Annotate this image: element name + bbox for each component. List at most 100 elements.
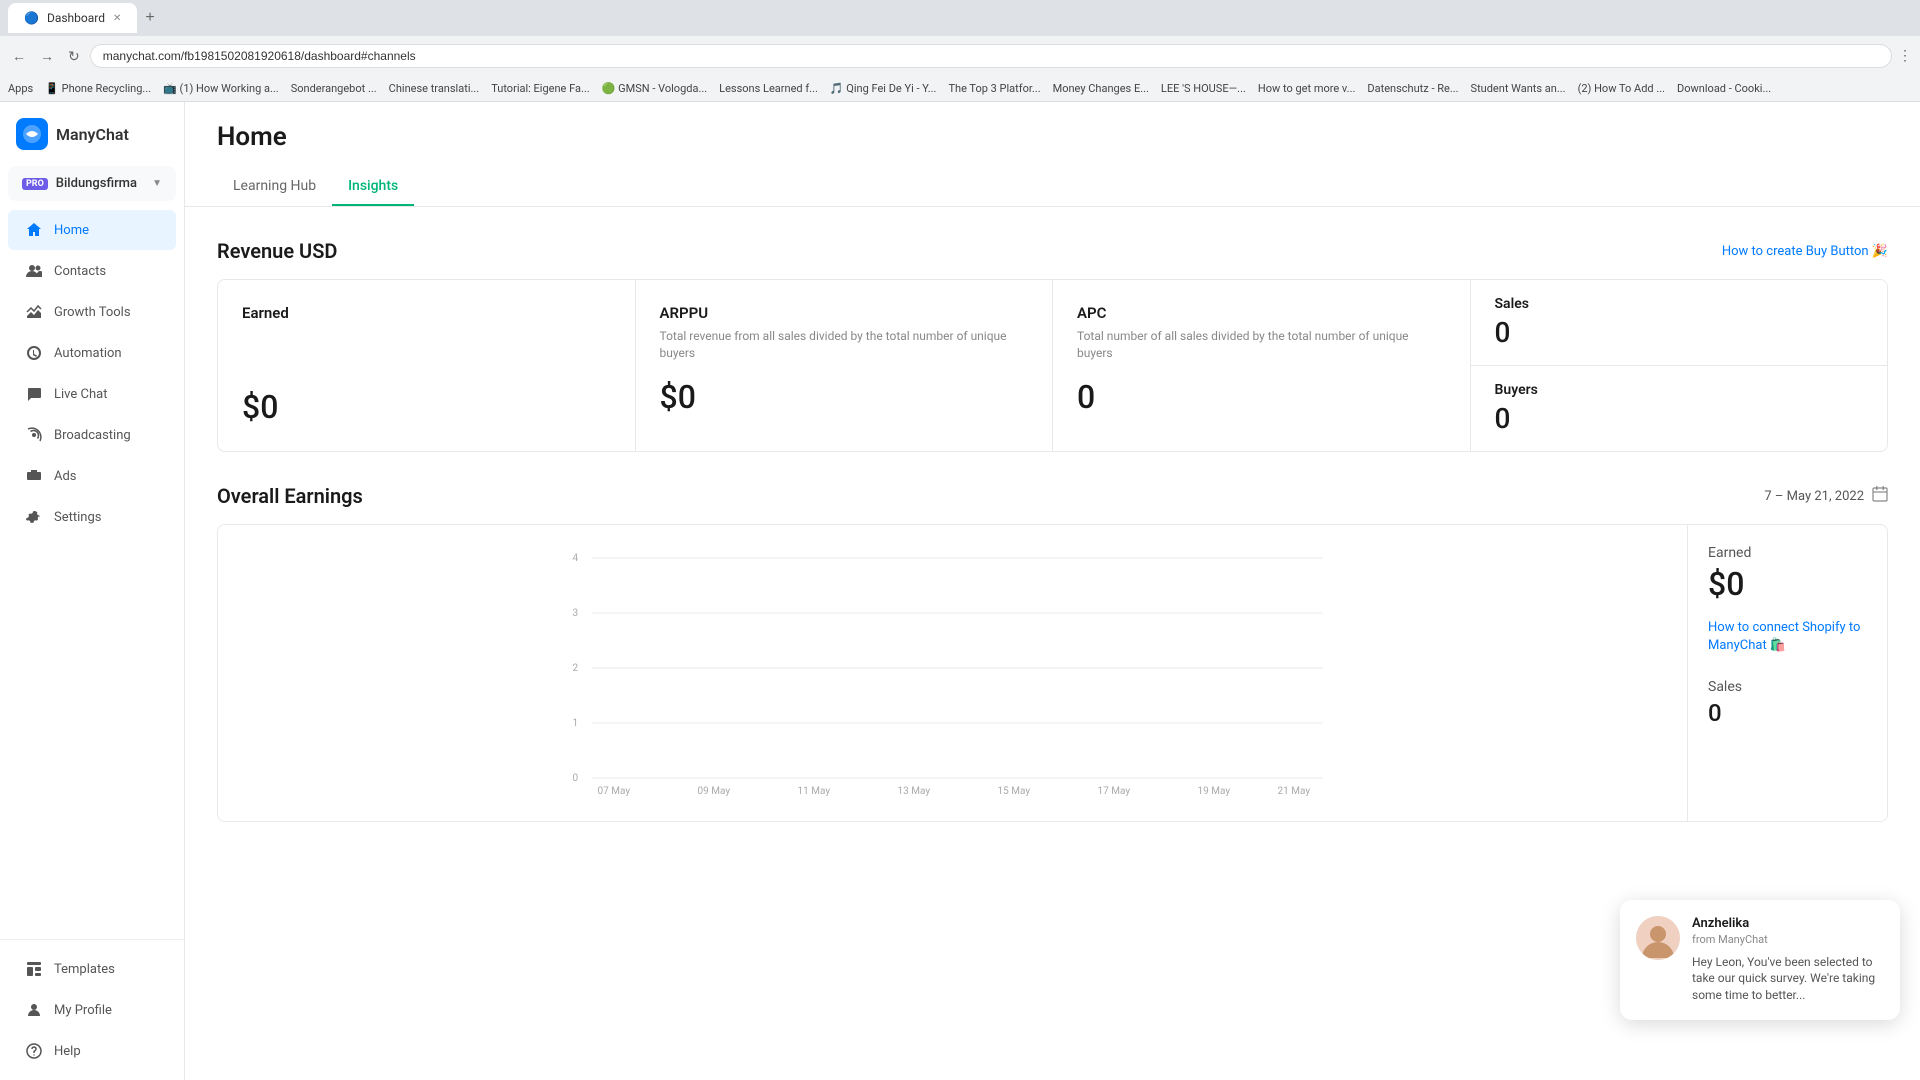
bookmark-9[interactable]: The Top 3 Platfor... bbox=[948, 82, 1040, 95]
chat-popup[interactable]: Anzhelika from ManyChat Hey Leon, You've… bbox=[1620, 900, 1900, 1020]
home-icon bbox=[24, 220, 44, 240]
sidebar-item-growth-tools[interactable]: Growth Tools bbox=[8, 292, 176, 332]
bookmark-3[interactable]: Sonderangebot ... bbox=[291, 82, 377, 95]
active-tab[interactable]: 🔵 Dashboard ✕ bbox=[8, 3, 137, 33]
bookmark-14[interactable]: Student Wants an... bbox=[1471, 82, 1566, 95]
tab-favicon: 🔵 bbox=[24, 11, 39, 25]
sidebar-logo: ManyChat bbox=[0, 102, 184, 166]
account-selector[interactable]: PRO Bildungsfirma ▼ bbox=[8, 166, 176, 201]
revenue-card-sales: Sales 0 bbox=[1471, 280, 1888, 366]
revenue-section-header: Revenue USD How to create Buy Button 🎉 bbox=[217, 239, 1888, 263]
earnings-sales-value: 0 bbox=[1708, 699, 1867, 727]
bookmark-apps[interactable]: Apps bbox=[8, 82, 33, 95]
bookmark-10[interactable]: Money Changes E... bbox=[1053, 82, 1149, 95]
sidebar-bottom: Templates My Profile Help bbox=[0, 939, 184, 1080]
bookmark-11[interactable]: LEE 'S HOUSE—... bbox=[1161, 82, 1246, 95]
my-profile-icon bbox=[24, 1000, 44, 1020]
extensions-icon: ⋮ bbox=[1898, 48, 1912, 64]
bookmark-7[interactable]: Lessons Learned f... bbox=[719, 82, 818, 95]
bookmark-6[interactable]: 🟢 GMSN - Vologda... bbox=[602, 82, 707, 95]
y-label-4: 4 bbox=[573, 553, 579, 564]
chat-message-text: Hey Leon, You've been selected to take o… bbox=[1692, 954, 1884, 1004]
sidebar-item-broadcasting[interactable]: Broadcasting bbox=[8, 415, 176, 455]
automation-icon bbox=[24, 343, 44, 363]
sidebar-item-help[interactable]: Help bbox=[8, 1031, 176, 1071]
sidebar-item-templates[interactable]: Templates bbox=[8, 949, 176, 989]
x-label-07may: 07 May bbox=[598, 786, 631, 797]
page-title: Home bbox=[217, 122, 1888, 152]
chat-sender-name: Anzhelika bbox=[1692, 916, 1884, 931]
buy-button-link[interactable]: How to create Buy Button 🎉 bbox=[1722, 244, 1888, 259]
earnings-section: Overall Earnings 7 – May 21, 2022 4 bbox=[217, 484, 1888, 822]
content-area: Revenue USD How to create Buy Button 🎉 E… bbox=[185, 207, 1920, 846]
sidebar-item-label-my-profile: My Profile bbox=[54, 1003, 112, 1018]
earnings-chart: 4 3 2 1 0 07 May bbox=[234, 541, 1671, 801]
y-label-3: 3 bbox=[573, 608, 579, 619]
arppu-desc: Total revenue from all sales divided by … bbox=[660, 328, 1029, 362]
refresh-button[interactable]: ↻ bbox=[64, 44, 84, 69]
bookmark-16[interactable]: Download - Cooki... bbox=[1677, 82, 1771, 95]
logo-icon bbox=[16, 118, 48, 150]
sidebar-item-my-profile[interactable]: My Profile bbox=[8, 990, 176, 1030]
tab-insights[interactable]: Insights bbox=[332, 168, 414, 206]
tab-bar: Learning Hub Insights bbox=[217, 168, 1888, 206]
bookmark-1[interactable]: 📱 Phone Recycling... bbox=[45, 82, 151, 95]
sidebar-item-label-automation: Automation bbox=[54, 346, 122, 361]
forward-button[interactable]: → bbox=[36, 44, 58, 68]
chat-avatar bbox=[1636, 916, 1680, 960]
revenue-cards: Earned $0 ARPPU Total revenue from all s… bbox=[217, 279, 1888, 452]
x-label-09may: 09 May bbox=[698, 786, 731, 797]
templates-icon bbox=[24, 959, 44, 979]
calendar-icon[interactable] bbox=[1872, 486, 1888, 506]
sidebar-item-ads[interactable]: Ads bbox=[8, 456, 176, 496]
sidebar-item-contacts[interactable]: Contacts bbox=[8, 251, 176, 291]
shopify-link[interactable]: How to connect Shopify to ManyChat 🛍️ bbox=[1708, 619, 1867, 655]
earnings-title: Overall Earnings bbox=[217, 484, 363, 508]
settings-icon bbox=[24, 507, 44, 527]
bookmark-2[interactable]: 📺 (1) How Working a... bbox=[163, 82, 279, 95]
chart-area: 4 3 2 1 0 07 May bbox=[218, 525, 1687, 821]
browser-tab-bar: 🔵 Dashboard ✕ + bbox=[0, 0, 1920, 36]
chat-sender-from: from ManyChat bbox=[1692, 933, 1884, 946]
revenue-card-buyers: Buyers 0 bbox=[1471, 366, 1888, 451]
sidebar-item-automation[interactable]: Automation bbox=[8, 333, 176, 373]
earnings-earned-label: Earned bbox=[1708, 545, 1867, 561]
chevron-down-icon: ▼ bbox=[152, 178, 162, 189]
earnings-container: 4 3 2 1 0 07 May bbox=[217, 524, 1888, 822]
revenue-right-column: Sales 0 Buyers 0 bbox=[1471, 280, 1888, 451]
bookmark-13[interactable]: Datenschutz - Re... bbox=[1367, 82, 1458, 95]
sidebar-item-label-growth-tools: Growth Tools bbox=[54, 305, 131, 320]
y-label-0: 0 bbox=[573, 773, 579, 784]
bookmark-15[interactable]: (2) How To Add ... bbox=[1578, 82, 1665, 95]
chat-content: Anzhelika from ManyChat Hey Leon, You've… bbox=[1692, 916, 1884, 1004]
growth-tools-icon bbox=[24, 302, 44, 322]
sidebar-item-live-chat[interactable]: Live Chat bbox=[8, 374, 176, 414]
x-label-17may: 17 May bbox=[1098, 786, 1131, 797]
y-label-1: 1 bbox=[573, 718, 579, 729]
arppu-label: ARPPU bbox=[660, 304, 1029, 322]
tab-close-button[interactable]: ✕ bbox=[113, 13, 121, 24]
bookmark-4[interactable]: Chinese translati... bbox=[389, 82, 480, 95]
sales-value: 0 bbox=[1495, 316, 1864, 349]
x-label-15may: 15 May bbox=[998, 786, 1031, 797]
back-button[interactable]: ← bbox=[8, 44, 30, 68]
bookmark-8[interactable]: 🎵 Qing Fei De Yi - Y... bbox=[830, 82, 937, 95]
x-label-19may: 19 May bbox=[1198, 786, 1231, 797]
browser-controls: ← → ↻ ⋮ bbox=[0, 36, 1920, 76]
account-name: Bildungsfirma bbox=[56, 176, 144, 191]
tab-title: Dashboard bbox=[47, 11, 105, 25]
bookmark-5[interactable]: Tutorial: Eigene Fa... bbox=[491, 82, 590, 95]
nav-section: Home Contacts Growth Tools Automation bbox=[0, 209, 184, 939]
sidebar-item-label-home: Home bbox=[54, 223, 89, 238]
sidebar-item-label-help: Help bbox=[54, 1044, 81, 1059]
bookmark-12[interactable]: How to get more v... bbox=[1258, 82, 1356, 95]
tab-learning-hub[interactable]: Learning Hub bbox=[217, 168, 332, 206]
earnings-sales-label: Sales bbox=[1708, 679, 1867, 695]
url-bar[interactable] bbox=[90, 44, 1892, 68]
sidebar-item-settings[interactable]: Settings bbox=[8, 497, 176, 537]
arppu-value: $0 bbox=[660, 378, 1029, 416]
sidebar-item-home[interactable]: Home bbox=[8, 210, 176, 250]
scrolled-content-placeholder bbox=[217, 231, 1888, 239]
earned-label: Earned bbox=[242, 304, 611, 322]
new-tab-button[interactable]: + bbox=[145, 9, 154, 27]
